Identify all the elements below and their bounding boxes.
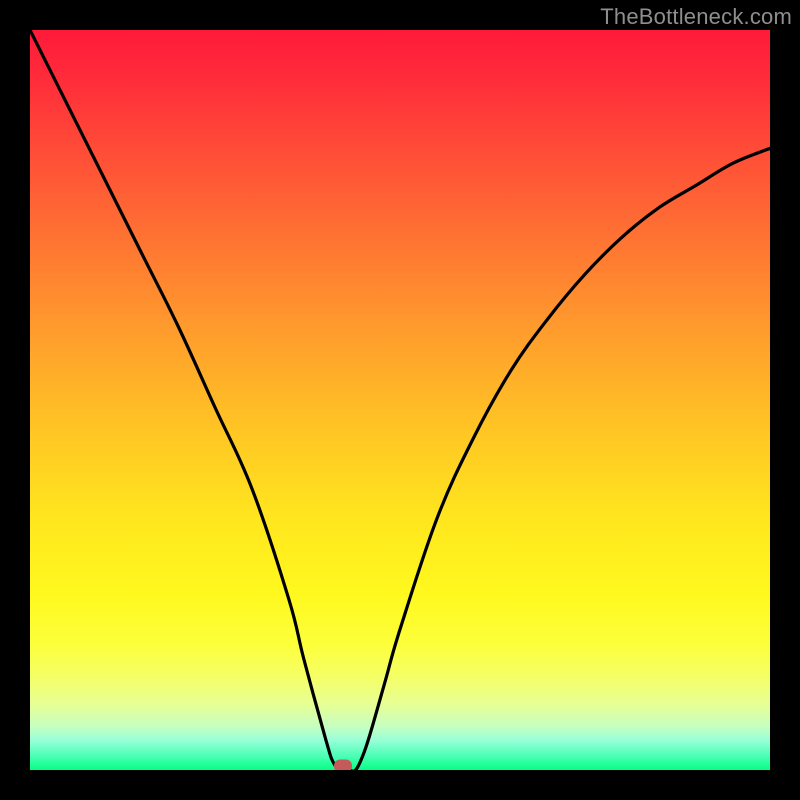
optimal-point-marker [334, 760, 352, 771]
watermark-text: TheBottleneck.com [600, 4, 792, 30]
bottleneck-curve [30, 30, 770, 770]
plot-area [30, 30, 770, 770]
chart-frame: TheBottleneck.com [0, 0, 800, 800]
